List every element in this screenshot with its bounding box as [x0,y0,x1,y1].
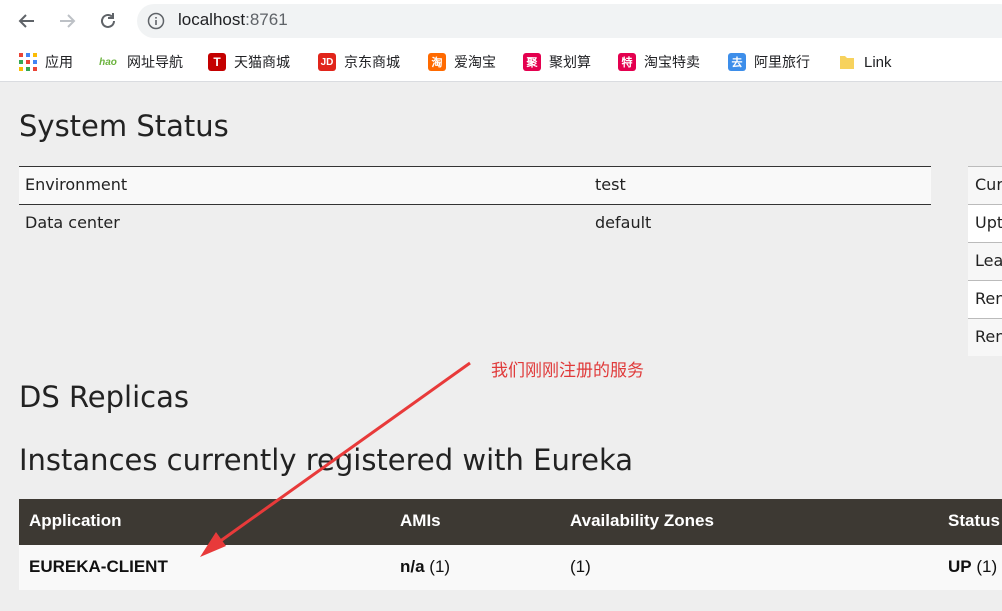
table-header: Application AMIs Availability Zones Stat… [19,499,1002,545]
bookmark-label: 淘宝特卖 [644,55,700,71]
bookmark-taobao-temai[interactable]: 特 淘宝特卖 [618,51,700,73]
amis-value: n/a [400,557,425,576]
system-status-title: System Status [19,109,229,143]
reload-icon [101,13,115,28]
datacenter-value: default [595,213,652,232]
header-status: Status [948,511,1000,530]
table-row: Ren [968,318,1002,356]
bookmark-tmall[interactable]: T 天猫商城 [208,51,290,73]
env-value: test [595,175,626,194]
bookmark-aitaobao[interactable]: 淘 爱淘宝 [428,51,496,73]
amis-cell: n/a (1) [400,557,450,577]
ds-replicas-title: DS Replicas [19,380,189,414]
instances-table: Application AMIs Availability Zones Stat… [19,499,1002,590]
bookmark-label: 聚划算 [549,55,591,71]
bookmark-label: 爱淘宝 [454,55,496,71]
bookmark-label: 天猫商城 [234,55,290,71]
ali-travel-icon: 去 [728,53,746,71]
bookmark-label: 网址导航 [127,55,183,71]
arrow-left-icon [18,14,34,28]
forward-button[interactable] [54,8,80,34]
header-zones: Availability Zones [570,511,714,530]
browser-toolbar: localhost:8761 [0,0,1002,42]
bookmark-label: Link [864,53,892,71]
bookmark-label: 阿里旅行 [754,55,810,71]
table-row: EUREKA-CLIENT n/a (1) (1) UP (1) [19,545,1002,590]
bookmark-ali-travel[interactable]: 去 阿里旅行 [728,51,810,73]
amis-count: (1) [424,557,451,576]
header-application: Application [29,511,122,530]
application-name: EUREKA-CLIENT [29,557,168,576]
back-button[interactable] [14,8,40,34]
apps-grid-icon [19,53,37,71]
bookmark-label: 京东商城 [344,55,400,71]
info-icon [147,12,165,30]
page-content: System Status Environment test Data cent… [0,83,1002,611]
folder-icon [840,56,854,69]
status-cell: UP (1) [948,557,997,577]
datacenter-label: Data center [25,213,120,232]
url-text[interactable]: localhost:8761 [178,10,288,30]
reload-button[interactable] [95,8,121,34]
header-amis: AMIs [400,511,441,530]
bookmark-label: 应用 [45,55,73,71]
url-port: :8761 [245,10,288,29]
table-row: Environment test [19,166,931,204]
aitaobao-icon: 淘 [428,53,446,71]
table-row: Lea [968,242,1002,280]
bookmark-hao123[interactable]: hao 网址导航 [97,51,183,73]
juhuasuan-icon: 聚 [523,53,541,71]
table-row: Upt [968,204,1002,242]
system-status-table: Environment test Data center default [19,166,931,242]
address-bar[interactable]: localhost:8761 [137,4,1002,38]
tmall-icon: T [208,53,226,71]
url-host: localhost [178,10,246,29]
annotation-text: 我们刚刚注册的服务 [491,361,644,381]
taobao-temai-icon: 特 [618,53,636,71]
hao123-icon: hao [99,56,117,68]
status-value: UP [948,557,972,576]
table-row: Data center default [19,204,931,242]
status-count: (1) [971,557,998,576]
bookmark-jd[interactable]: JD 京东商城 [318,51,400,73]
table-row: Ren [968,280,1002,318]
zones-cell: (1) [570,557,591,576]
status-side-table: Cur Upt Lea Ren Ren [968,166,1002,356]
bookmarks-bar: 应用 hao 网址导航 T 天猫商城 JD 京东商城 淘 爱淘宝 聚 聚划算 特… [0,42,1002,82]
instances-title: Instances currently registered with Eure… [19,443,634,477]
bookmark-folder-link[interactable]: Link [838,51,892,73]
jd-icon: JD [318,53,336,71]
arrow-right-icon [60,14,76,28]
bookmark-juhuasuan[interactable]: 聚 聚划算 [523,51,591,73]
bookmark-apps[interactable]: 应用 [19,51,73,73]
table-row: Cur [968,166,1002,204]
env-label: Environment [25,175,128,194]
